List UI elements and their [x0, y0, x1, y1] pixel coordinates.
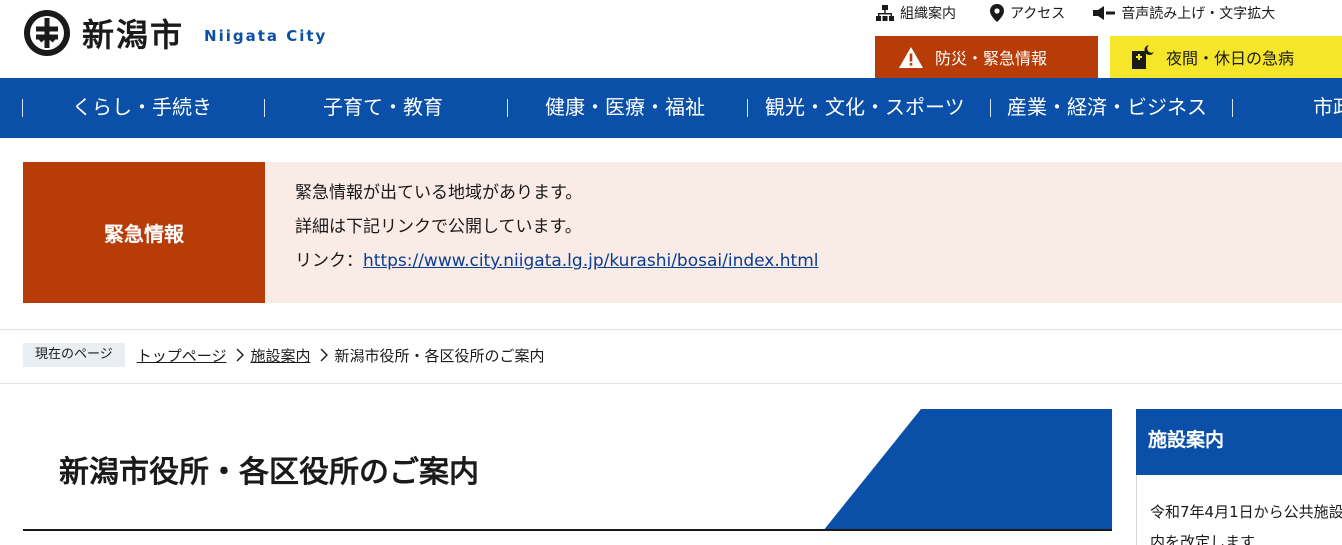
nav-separator [507, 99, 508, 117]
side-menu-box: 令和7年4月1日から公共施設の案内を改定します [1136, 475, 1342, 545]
nav-separator [22, 99, 23, 117]
breadcrumb-divider-bottom [0, 383, 1342, 384]
emergency-line-1: 緊急情報が出ている地域があります。 [295, 183, 583, 203]
nav-item-city-govt[interactable]: 市政 [1313, 78, 1342, 138]
disaster-info-button[interactable]: 防災・緊急情報 [875, 36, 1098, 78]
utility-links: 組織案内 アクセス 音声読み上げ・文字拡大 [876, 2, 1275, 24]
nav-separator [990, 99, 991, 117]
nav-separator [747, 99, 748, 117]
emergency-link-label: リンク： [295, 251, 363, 271]
emergency-message: 緊急情報が出ている地域があります。 詳細は下記リンクで公開しています。 リンク：… [295, 176, 818, 278]
access-label: アクセス [1010, 6, 1066, 22]
sitemap-icon [876, 5, 894, 21]
nav-item-childcare[interactable]: 子育て・教育 [323, 78, 443, 138]
night-holiday-emergency-button[interactable]: 夜間・休日の急病 [1110, 36, 1342, 78]
logo-english-text: Niigata City [204, 27, 328, 45]
nav-item-living[interactable]: くらし・手続き [72, 78, 212, 138]
site-header: 新潟市 Niigata City 組織案内 アクセス 音声読み上げ・文字拡大 防… [0, 0, 1342, 78]
emergency-banner: 緊急情報 緊急情報が出ている地域があります。 詳細は下記リンクで公開しています。… [23, 162, 1342, 303]
breadcrumb-link-facilities[interactable]: 施設案内 [250, 345, 310, 366]
emergency-line-2: 詳細は下記リンクで公開しています。 [295, 217, 582, 237]
night-clinic-icon [1132, 45, 1154, 69]
side-notice-text: 令和7年4月1日から公共施設の案内を改定します [1150, 503, 1342, 545]
nav-separator [264, 99, 265, 117]
warning-triangle-icon [899, 46, 923, 68]
breadcrumb-divider-top [0, 329, 1342, 330]
emergency-link[interactable]: https://www.city.niigata.lg.jp/kurashi/b… [363, 251, 818, 271]
logo-text: 新潟市 [82, 16, 185, 54]
speaker-icon [1093, 6, 1116, 20]
global-nav: くらし・手続き 子育て・教育 健康・医療・福祉 観光・文化・スポーツ 産業・経済… [0, 78, 1342, 138]
disaster-info-label: 防災・緊急情報 [935, 49, 1048, 68]
breadcrumb: 現在のページ トップページ 施設案内 新潟市役所・各区役所のご案内 [23, 342, 544, 368]
breadcrumb-current-page: 新潟市役所・各区役所のご案内 [334, 346, 545, 365]
map-pin-icon [990, 4, 1004, 22]
emergency-link-line: リンク：https://www.city.niigata.lg.jp/kuras… [295, 244, 818, 278]
night-holiday-label: 夜間・休日の急病 [1166, 49, 1295, 68]
nav-item-health[interactable]: 健康・医療・福祉 [545, 78, 705, 138]
page-title-area: 新潟市役所・各区役所のご案内 [23, 409, 1112, 531]
site-logo[interactable]: 新潟市 Niigata City [22, 8, 327, 58]
speech-zoom-link[interactable]: 音声読み上げ・文字拡大 [1093, 3, 1275, 23]
breadcrumb-link-top[interactable]: トップページ [137, 345, 227, 366]
nav-separator [1232, 99, 1233, 117]
speech-zoom-label: 音声読み上げ・文字拡大 [1121, 6, 1276, 22]
niigata-city-emblem-icon [24, 10, 70, 56]
org-guide-label: 組織案内 [900, 6, 956, 22]
chevron-right-icon [320, 348, 329, 362]
nav-item-tourism[interactable]: 観光・文化・スポーツ [765, 78, 965, 138]
breadcrumb-current-label: 現在のページ [23, 343, 125, 367]
page-title: 新潟市役所・各区役所のご案内 [59, 455, 479, 490]
chevron-right-icon [236, 348, 245, 362]
side-menu-title: 施設案内 [1136, 409, 1342, 475]
org-guide-link[interactable]: 組織案内 [876, 3, 956, 23]
access-link[interactable]: アクセス [990, 3, 1065, 23]
nav-item-industry[interactable]: 産業・経済・ビジネス [1007, 78, 1207, 138]
emergency-label: 緊急情報 [23, 162, 265, 303]
